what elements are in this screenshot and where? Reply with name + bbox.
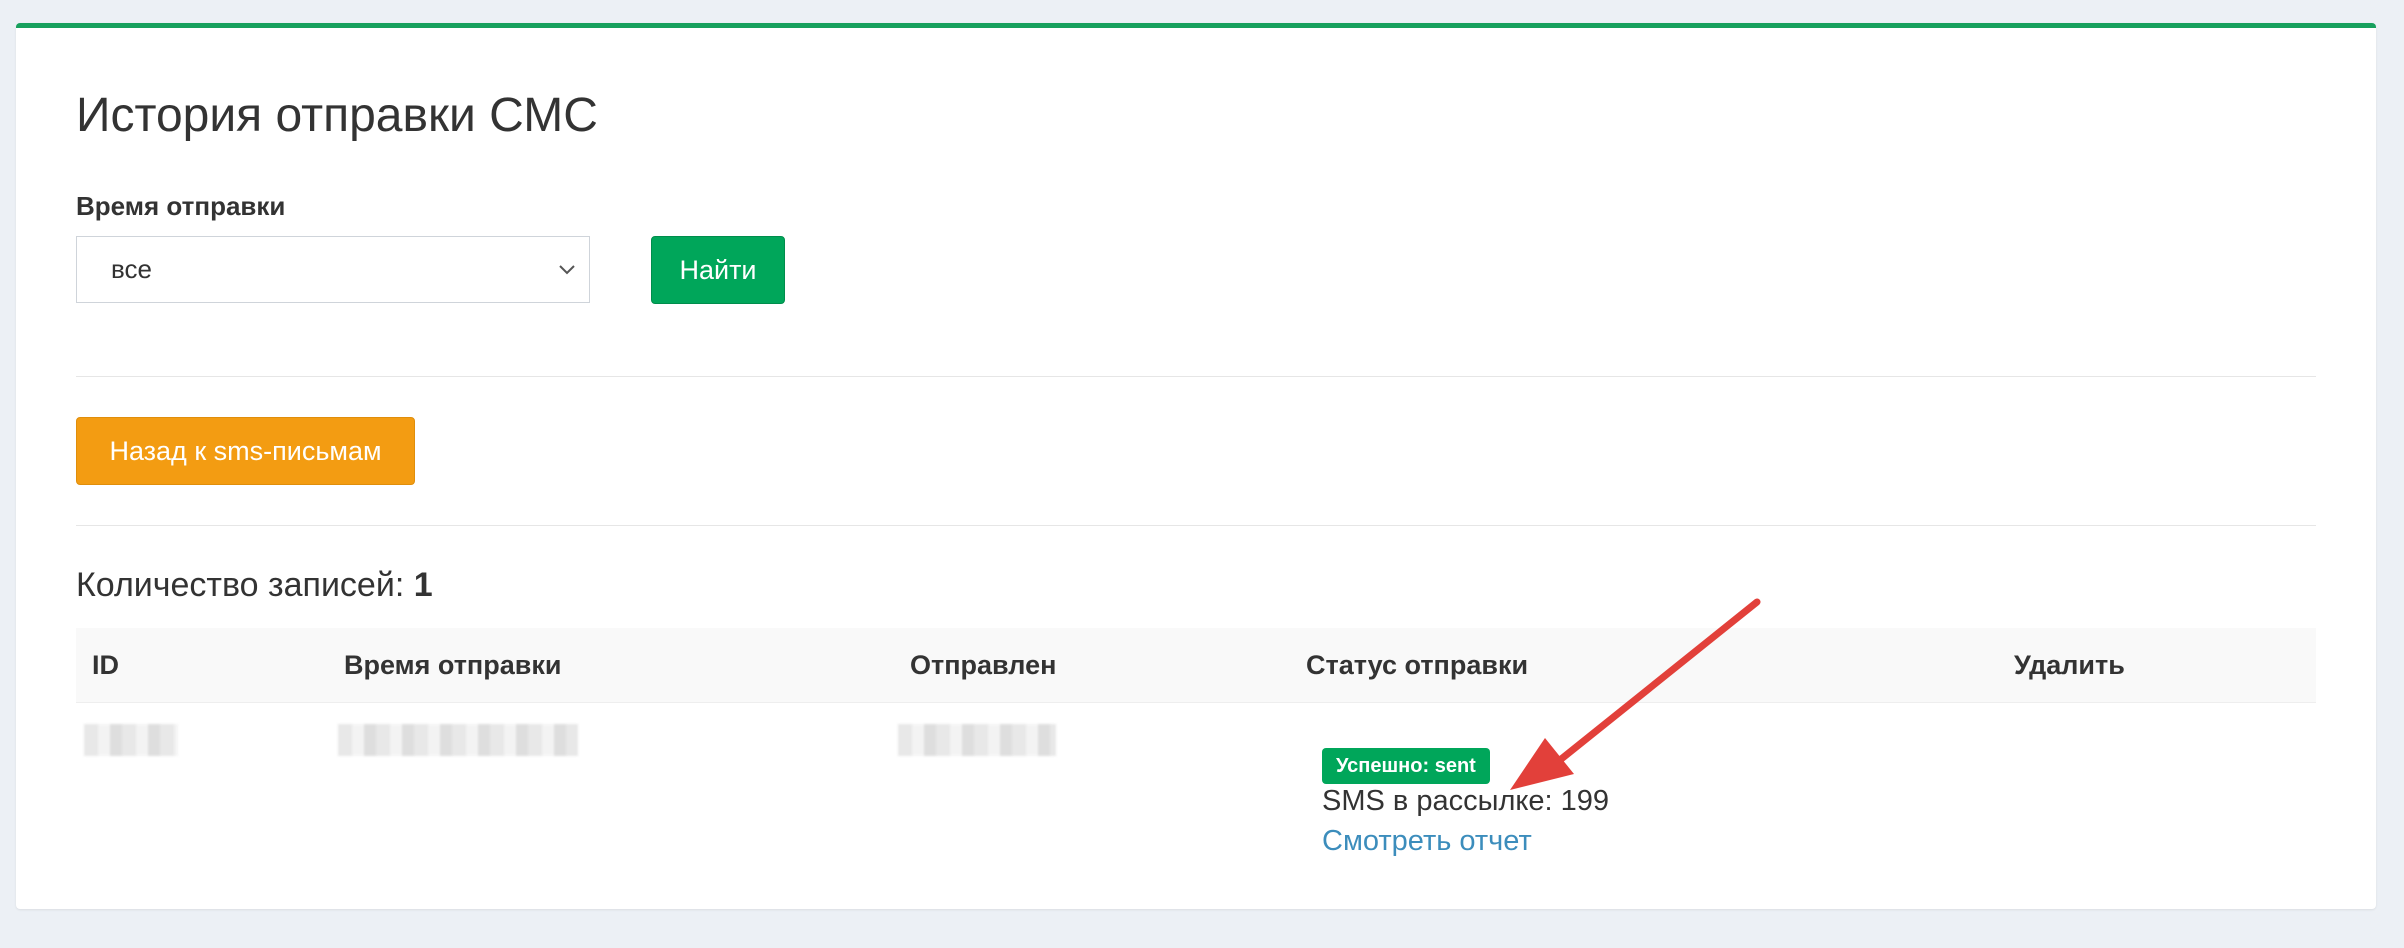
records-count-label: Количество записей: — [76, 566, 414, 604]
records-count-value: 1 — [413, 566, 433, 604]
divider — [76, 376, 2316, 377]
send-time-select-value: все — [111, 254, 152, 284]
divider — [76, 525, 2316, 526]
redacted-send-time — [338, 724, 578, 756]
find-button[interactable]: Найти — [651, 236, 785, 304]
column-header-send-time: Время отправки — [344, 650, 562, 680]
redacted-id — [84, 724, 178, 756]
column-header-sent: Отправлен — [910, 650, 1057, 680]
sms-count-text: SMS в рассылке: 199 — [1322, 785, 1610, 817]
view-report-link[interactable]: Смотреть отчет — [1322, 825, 1532, 858]
status-badge: Успешно: sent — [1322, 748, 1490, 784]
send-time-select[interactable]: все — [76, 236, 590, 303]
chevron-down-icon — [559, 265, 575, 275]
send-time-label: Время отправки — [76, 191, 286, 221]
redacted-sent — [898, 724, 1056, 756]
page-title: История отправки СМС — [76, 89, 598, 142]
table-header: ID Время отправки Отправлен Статус отпра… — [76, 628, 2316, 703]
history-panel: История отправки СМС Время отправки все … — [16, 23, 2376, 909]
column-header-id: ID — [92, 650, 119, 680]
back-to-sms-button[interactable]: Назад к sms-письмам — [76, 417, 415, 485]
records-count: Количество записей: 1 — [76, 566, 433, 605]
column-header-status: Статус отправки — [1306, 650, 1529, 680]
column-header-delete: Удалить — [2014, 650, 2125, 680]
